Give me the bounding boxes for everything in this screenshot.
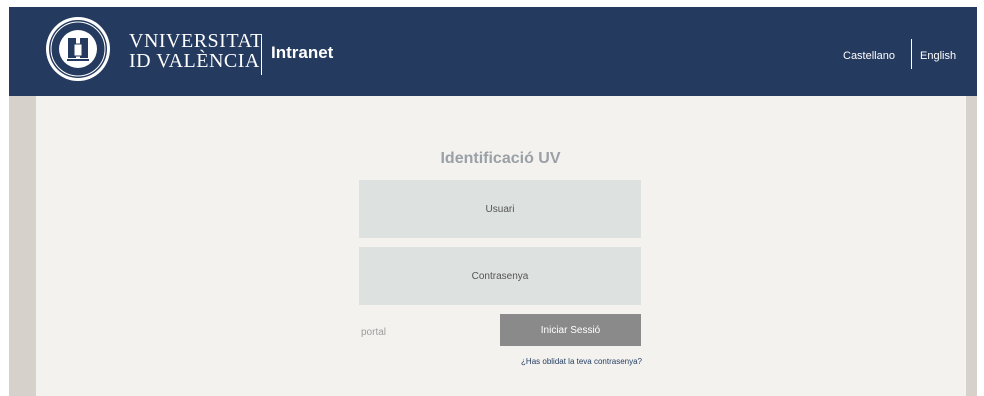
right-margin [966,96,977,396]
university-seal-icon[interactable] [45,16,111,82]
language-english-link[interactable]: English [920,50,956,62]
university-name-line1: VNIVERSITAT [129,30,263,52]
language-divider [911,39,912,69]
login-title: Identificació UV [440,150,561,167]
header-bar: VNIVERSITAT ID VALÈNCIA Intranet Castell… [9,7,977,96]
forgot-password-link[interactable]: ¿Has oblidat la teva contrasenya? [496,357,642,366]
university-name[interactable]: VNIVERSITAT ID VALÈNCIA [129,31,263,71]
username-input[interactable] [359,180,641,238]
password-input[interactable] [359,247,641,305]
left-margin [9,96,36,396]
login-button[interactable]: Iniciar Sessió [500,314,641,346]
portal-label: portal [361,327,387,338]
login-panel [36,96,966,396]
university-name-line2: ID VALÈNCIA [129,50,260,72]
app-name: Intranet [271,43,334,62]
language-castellano-link[interactable]: Castellano [843,50,895,62]
header-divider [261,37,262,75]
